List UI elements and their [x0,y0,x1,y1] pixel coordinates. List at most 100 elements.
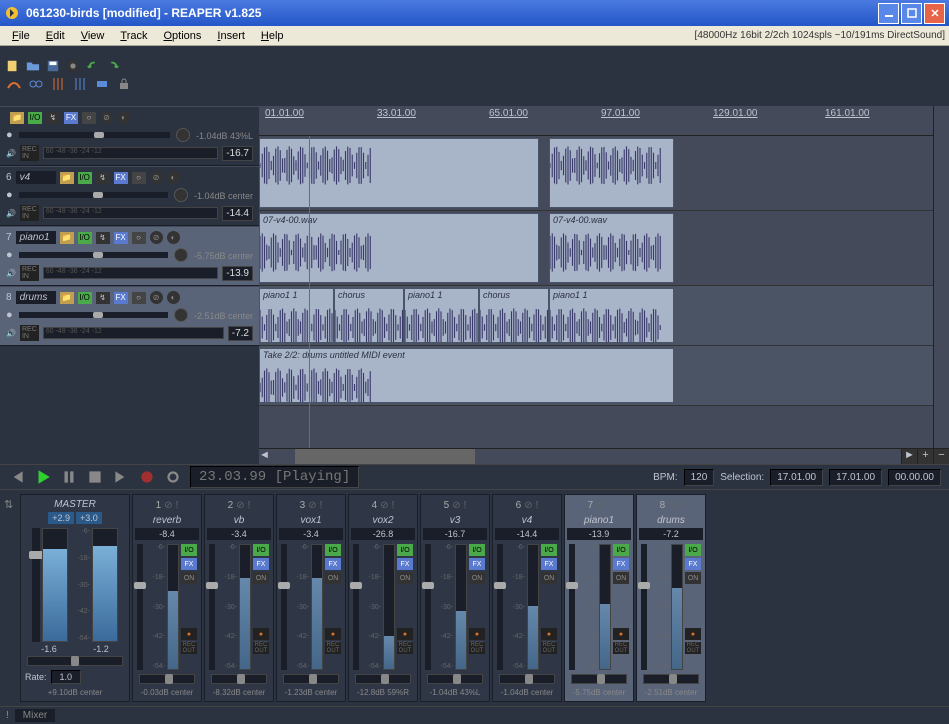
channel-peak[interactable]: -3.4 [207,528,271,540]
recmon-button[interactable]: RECOUT [253,642,269,654]
media-clip[interactable]: piano1 1 [549,288,674,343]
stop-button[interactable] [86,468,104,486]
status-alert-icon[interactable]: ! [6,710,9,721]
fx-button[interactable]: FX [181,558,197,570]
recmon-button[interactable]: RECOUT [181,642,197,654]
zoom-out-icon[interactable]: − [933,449,949,464]
scroll-thumb[interactable] [295,449,475,464]
channel-name[interactable]: vb [207,513,271,528]
channel-name[interactable]: vox2 [351,513,415,528]
io-button[interactable]: I/O [78,292,92,304]
fx-bypass-button[interactable]: ○ [132,292,146,304]
mixer-channel[interactable]: 4 ⊘ ! vox2 -26.8 -6--18--30--42--54- I/O… [348,494,418,702]
channel-peak[interactable]: -7.2 [639,528,703,540]
scroll-left-icon[interactable]: ◄ [259,449,275,464]
volume-slider[interactable] [19,132,170,138]
undo-icon[interactable] [86,58,100,74]
fx-bypass-button[interactable]: ○ [82,112,96,124]
channel-name[interactable]: drums [639,513,703,528]
bpm-value[interactable]: 120 [684,469,715,486]
status-tab-mixer[interactable]: Mixer [15,709,55,722]
recmon-button[interactable]: RECOUT [613,642,629,654]
selection-start[interactable]: 17.01.00 [770,469,823,486]
fx-button[interactable]: FX [114,292,128,304]
envelope-button[interactable]: ◐ [167,231,180,244]
track-name[interactable]: drums [16,291,56,304]
track-peak[interactable]: -14.4 [222,206,253,221]
channel-fader[interactable] [569,544,575,670]
close-button[interactable] [924,3,945,24]
monitor-icon[interactable]: 🔊 [6,329,16,338]
selection-end[interactable]: 17.01.00 [829,469,882,486]
track-peak[interactable]: -16.7 [222,146,253,161]
media-clip[interactable]: piano1 1 [259,288,334,343]
track-header[interactable]: 📁 I/O ↯ FX ○ ⊘ ◐ ● -1.04dB 43%L 🔊 RECIN … [0,106,259,166]
phase-button[interactable]: ⊘ [150,171,163,184]
channel-fader[interactable] [425,544,431,670]
recmon-button[interactable]: RECIN [20,265,39,281]
env-icon[interactable]: ! [248,500,251,511]
selection-length[interactable]: 00.00.00 [888,469,941,486]
channel-name[interactable]: v3 [423,513,487,528]
menu-edit[interactable]: Edit [38,28,73,44]
fx-on-button[interactable]: ON [253,572,269,584]
record-arm-button[interactable]: ● [181,628,197,640]
channel-name[interactable]: v4 [495,513,559,528]
master-pan[interactable] [27,656,123,666]
fx-on-button[interactable]: ON [325,572,341,584]
play-button[interactable] [34,468,52,486]
env-icon[interactable]: ! [536,500,539,511]
io-button[interactable]: I/O [28,112,42,124]
menu-file[interactable]: File [4,28,38,44]
io-button[interactable]: I/O [78,232,92,244]
recmon-button[interactable]: RECOUT [397,642,413,654]
master-clip-r[interactable]: -1.2 [93,644,109,654]
arrange-lanes[interactable]: 07-v4-00.wav07-v4-00.wavpiano1 1choruspi… [259,136,949,448]
pan-knob[interactable] [174,188,188,202]
master-channel[interactable]: MASTER +2.9+3.0 -6--18--30--42--54- -1.6… [20,494,130,702]
open-folder-icon[interactable] [26,58,40,74]
channel-name[interactable]: reverb [135,513,199,528]
env-button[interactable]: ↯ [96,232,110,244]
recmon-button[interactable]: RECOUT [469,642,485,654]
folder-icon[interactable]: 📁 [60,292,74,304]
channel-peak[interactable]: -8.4 [135,528,199,540]
mixer-channel[interactable]: 3 ⊘ ! vox1 -3.4 -6--18--30--42--54- I/O … [276,494,346,702]
fx-button[interactable]: FX [397,558,413,570]
mixer-toggle-icon[interactable]: ⇅ [4,494,18,702]
pan-knob[interactable] [174,248,188,262]
phase-icon[interactable]: ⊘ [236,500,244,511]
fx-button[interactable]: FX [685,558,701,570]
autocrossfade-icon[interactable] [6,76,22,92]
channel-fader[interactable] [137,544,143,670]
track-header[interactable]: 6 v4 📁 I/O ↯ FX ○ ⊘ ◐ ● -1.04dB center 🔊… [0,166,259,226]
channel-name[interactable]: vox1 [279,513,343,528]
menu-view[interactable]: View [73,28,113,44]
recmon-button[interactable]: RECIN [20,145,39,161]
env-button[interactable]: ↯ [96,172,110,184]
monitor-icon[interactable]: 🔊 [6,269,16,278]
track-header[interactable]: 7 piano1 📁 I/O ↯ FX ○ ⊘ ◐ ● -5.75dB cent… [0,226,259,286]
envelope-button[interactable]: ◐ [117,111,130,124]
menu-insert[interactable]: Insert [209,28,253,44]
mixer-channel[interactable]: 2 ⊘ ! vb -3.4 -6--18--30--42--54- I/O FX… [204,494,274,702]
channel-peak[interactable]: -13.9 [567,528,631,540]
media-clip[interactable] [259,138,539,208]
fx-button[interactable]: FX [64,112,78,124]
pan-knob[interactable] [174,308,188,322]
track-lane[interactable] [259,136,949,211]
track-peak[interactable]: -13.9 [222,266,253,281]
folder-icon[interactable]: 📁 [10,112,24,124]
channel-peak[interactable]: -26.8 [351,528,415,540]
channel-fader[interactable] [497,544,503,670]
record-arm-icon[interactable]: ● [6,189,13,201]
settings-icon[interactable] [66,58,80,74]
mixer-channel[interactable]: 1 ⊘ ! reverb -8.4 -6--18--30--42--54- I/… [132,494,202,702]
record-arm-button[interactable]: ● [541,628,557,640]
io-button[interactable]: I/O [469,544,485,556]
channel-fader[interactable] [209,544,215,670]
phase-icon[interactable]: ⊘ [380,500,388,511]
phase-icon[interactable]: ⊘ [164,500,172,511]
menu-track[interactable]: Track [112,28,155,44]
forward-button[interactable] [112,468,130,486]
